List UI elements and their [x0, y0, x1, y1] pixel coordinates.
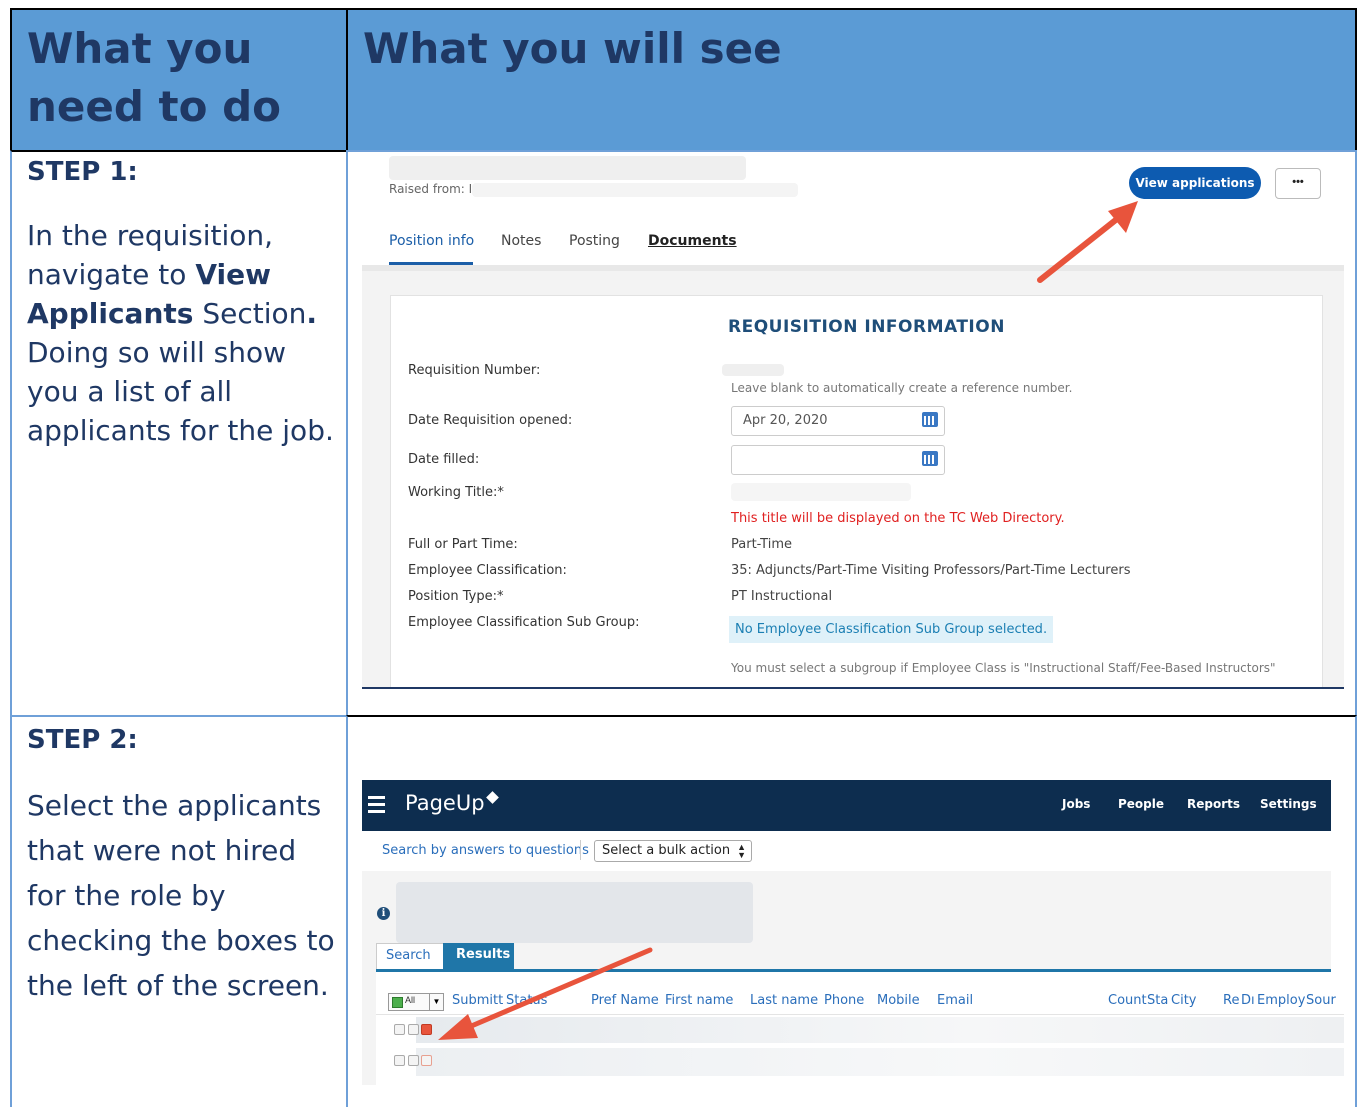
req-number-redacted — [722, 364, 784, 376]
nav-people[interactable]: People — [1118, 797, 1164, 811]
table-row — [416, 1048, 1344, 1076]
header-cell-screens: What you will see — [346, 8, 1357, 152]
arrow-head — [1108, 201, 1138, 233]
nav-reports[interactable]: Reports — [1187, 797, 1240, 811]
requisition-title-redacted — [389, 156, 746, 180]
header-instructions: What you need to do — [27, 24, 282, 131]
arrow-to-view-applications — [1037, 201, 1138, 283]
header-cell-instructions: What you need to do — [10, 8, 348, 152]
step1-text: In the requisition, navigate to View App… — [27, 216, 337, 450]
bulk-action-value: Select a bulk action — [602, 843, 731, 858]
working-title-redacted — [731, 483, 911, 501]
arrow-shaft — [1037, 212, 1125, 283]
col-employ[interactable]: Employ — [1257, 993, 1305, 1008]
full-part-value: Part-Time — [731, 537, 792, 552]
tab-notes[interactable]: Notes — [501, 233, 541, 249]
tab-posting[interactable]: Posting — [569, 233, 620, 249]
full-part-label: Full or Part Time: — [408, 537, 518, 552]
tab-documents[interactable]: Documents — [648, 233, 737, 249]
date-opened-label: Date Requisition opened: — [408, 413, 573, 428]
col-source[interactable]: Sour — [1306, 993, 1336, 1008]
pageup-brand: PageUp — [405, 791, 485, 815]
hamburger-menu-icon[interactable] — [368, 796, 385, 813]
col-city[interactable]: City — [1171, 993, 1196, 1008]
bulk-action-select[interactable]: Select a bulk action ▲ ▼ — [594, 840, 752, 862]
tab-search-label: Search — [386, 948, 431, 963]
step2-title: STEP 2: — [27, 725, 138, 755]
col-first-name[interactable]: First name — [665, 993, 733, 1008]
step2-text: Select the applicants that were not hire… — [27, 789, 335, 1002]
working-title-hint: This title will be displayed on the TC W… — [731, 511, 1065, 526]
requisition-form-panel: REQUISITION INFORMATION Requisition Numb… — [362, 271, 1344, 687]
requisition-screenshot: Raised from: I View applications ••• Pos… — [362, 152, 1344, 689]
row2-checkbox-select[interactable] — [421, 1055, 432, 1066]
raised-from: Raised from: I — [389, 182, 473, 196]
step1-text-c: Doing so will show you a list of all app… — [27, 336, 334, 447]
requisition-info-title: REQUISITION INFORMATION — [728, 317, 1005, 337]
pageup-nav-bar: PageUp Jobs People Reports Settings — [362, 780, 1331, 831]
working-title-label: Working Title:* — [408, 485, 504, 500]
col-state[interactable]: Sta — [1147, 993, 1168, 1008]
col-phone[interactable]: Phone — [824, 993, 864, 1008]
requisition-form-card: REQUISITION INFORMATION Requisition Numb… — [390, 295, 1323, 687]
search-by-answers-link[interactable]: Search by answers to questions — [382, 843, 589, 858]
sub-group-hint: You must select a subgroup if Employee C… — [731, 661, 1276, 675]
date-opened-value: Apr 20, 2020 — [743, 413, 828, 428]
row1-checkbox-select[interactable] — [421, 1024, 432, 1035]
col-re[interactable]: Re — [1223, 993, 1239, 1008]
select-all-checkbox[interactable] — [392, 997, 403, 1008]
col-di[interactable]: Dı — [1241, 993, 1255, 1008]
emp-class-value: 35: Adjuncts/Part-Time Visiting Professo… — [731, 563, 1131, 578]
req-number-label: Requisition Number: — [408, 363, 541, 378]
date-filled-label: Date filled: — [408, 452, 480, 467]
diamond-logo-icon — [485, 791, 499, 804]
toolbar-divider — [580, 840, 581, 860]
info-icon: i — [377, 907, 390, 920]
calendar-icon[interactable] — [922, 412, 938, 427]
date-filled-input[interactable] — [731, 445, 945, 475]
step1-title: STEP 1: — [27, 157, 138, 187]
arrow-to-checkboxes — [438, 947, 653, 1040]
pageup-logo: PageUp — [405, 791, 499, 815]
header-screens: What you will see — [363, 24, 782, 73]
sub-group-value: No Employee Classification Sub Group sel… — [729, 616, 1054, 643]
col-mobile[interactable]: Mobile — [877, 993, 920, 1008]
job-info-redacted — [396, 882, 753, 943]
calendar-icon[interactable] — [922, 451, 938, 466]
row2-checkbox-a[interactable] — [394, 1055, 405, 1066]
sub-group-label: Employee Classification Sub Group: — [408, 615, 640, 630]
raised-from-redacted — [472, 183, 798, 197]
select-all-label: All — [405, 995, 416, 1005]
date-opened-input[interactable]: Apr 20, 2020 — [731, 406, 945, 436]
col-email[interactable]: Email — [937, 993, 973, 1008]
more-options-button[interactable]: ••• — [1275, 168, 1321, 199]
arrow-shaft — [459, 947, 653, 1033]
col-country[interactable]: Count — [1108, 993, 1147, 1008]
col-last-name[interactable]: Last name — [750, 993, 818, 1008]
tab-position-info[interactable]: Position info — [389, 233, 474, 249]
row1-checkbox-a[interactable] — [394, 1024, 405, 1035]
step1-bold-b: . — [306, 297, 318, 330]
step1-text-b: Section — [193, 297, 307, 330]
row1-checkbox-b[interactable] — [408, 1024, 419, 1035]
pos-type-label: Position Type:* — [408, 589, 504, 604]
req-number-hint: Leave blank to automatically create a re… — [731, 381, 1073, 395]
emp-class-label: Employee Classification: — [408, 563, 567, 578]
pos-type-value: PT Instructional — [731, 589, 833, 604]
select-arrows-icon: ▲ ▼ — [737, 842, 746, 860]
nav-settings[interactable]: Settings — [1260, 797, 1317, 811]
nav-jobs[interactable]: Jobs — [1062, 797, 1090, 811]
arrow-head — [438, 1014, 478, 1040]
row2-checkbox-b[interactable] — [408, 1055, 419, 1066]
